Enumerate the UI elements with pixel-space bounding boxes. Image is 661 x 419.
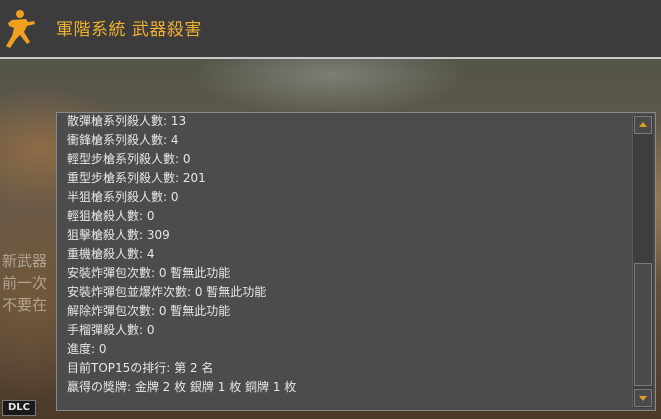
stat-line: 手榴彈殺人數: 0: [67, 323, 155, 337]
stat-line: 贏得の獎牌: 金牌 2 枚 銀牌 1 枚 銅牌 1 枚: [67, 380, 297, 394]
counter-strike-logo-icon: [0, 8, 38, 50]
background-text-3: 不要在: [2, 296, 48, 314]
stat-line: 輕型步槍系列殺人數: 0: [67, 152, 191, 166]
arrow-up-icon[interactable]: [634, 116, 652, 134]
vertical-scrollbar[interactable]: [632, 115, 653, 408]
stats-list: 散彈槍系列殺人數: 13 衝鋒槍系列殺人數: 4 輕型步槍系列殺人數: 0 重型步槍系…: [57, 113, 631, 410]
stat-line: 半狙槍系列殺人數: 0: [67, 190, 179, 204]
dlc-badge: DLC: [2, 400, 36, 416]
stat-line: 重型步槍系列殺人數: 201: [67, 171, 206, 185]
scroll-thumb[interactable]: [634, 263, 652, 386]
stat-line: 衝鋒槍系列殺人數: 4: [67, 133, 179, 147]
stat-line: 解除炸彈包次數: 0 暫無此功能: [67, 304, 231, 318]
stat-line: 散彈槍系列殺人數: 13: [67, 114, 187, 128]
stat-line: 目前TOP15の排行: 第 2 名: [67, 361, 214, 375]
stat-line: 進度: 0: [67, 342, 107, 356]
stat-line: 重機槍殺人數: 4: [67, 247, 155, 261]
window-title: 軍階系統 武器殺害: [56, 20, 202, 40]
stat-line: 安裝炸彈包並爆炸次數: 0 暫無此功能: [67, 285, 267, 299]
stat-line: 輕狙槍殺人數: 0: [67, 209, 155, 223]
background-text-1: 新武器: [2, 252, 48, 270]
header-divider: [0, 57, 661, 59]
arrow-down-icon[interactable]: [634, 389, 652, 407]
background-text-2: 前一次: [2, 274, 48, 292]
stat-line: 狙擊槍殺人數: 309: [67, 228, 170, 242]
motd-header: 軍階系統 武器殺害: [0, 0, 661, 57]
stat-line: 安裝炸彈包次數: 0 暫無此功能: [67, 266, 231, 280]
stats-panel[interactable]: 散彈槍系列殺人數: 13 衝鋒槍系列殺人數: 4 輕型步槍系列殺人數: 0 重型步槍系…: [56, 112, 656, 411]
